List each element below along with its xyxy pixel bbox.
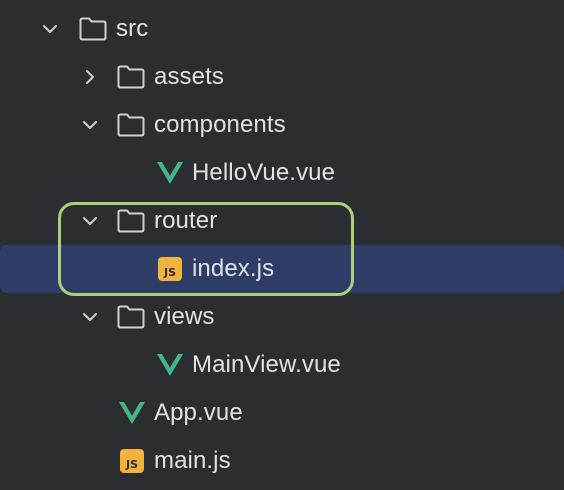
tree-item-components[interactable]: components xyxy=(0,101,564,149)
tree-item-src[interactable]: src xyxy=(0,5,564,53)
folder-icon xyxy=(116,110,146,140)
tree-item-assets[interactable]: assets xyxy=(0,53,564,101)
tree-item-views[interactable]: views xyxy=(0,293,564,341)
chevron-down-icon[interactable] xyxy=(40,19,60,39)
folder-icon xyxy=(116,302,146,332)
tree-item-label: MainView.vue xyxy=(192,351,341,378)
tree-item-label: HelloVue.vue xyxy=(192,159,336,186)
folder-icon xyxy=(78,14,108,44)
tree-item-label: App.vue xyxy=(154,399,243,426)
js-file-icon: JS xyxy=(117,446,147,476)
project-file-tree: src assets components HelloVue.vue route… xyxy=(0,0,564,490)
tree-item-router[interactable]: router xyxy=(0,197,564,245)
tree-item-mainview[interactable]: MainView.vue xyxy=(0,341,564,389)
folder-icon xyxy=(116,206,146,236)
tree-item-label: main.js xyxy=(154,447,231,474)
chevron-down-icon[interactable] xyxy=(80,115,100,135)
tree-item-hellovue[interactable]: HelloVue.vue xyxy=(0,149,564,197)
folder-icon xyxy=(116,62,146,92)
chevron-right-icon[interactable] xyxy=(80,67,100,87)
chevron-down-icon[interactable] xyxy=(80,211,100,231)
chevron-down-icon[interactable] xyxy=(80,307,100,327)
tree-item-label: index.js xyxy=(192,255,275,282)
vue-icon xyxy=(117,398,147,428)
js-file-icon: JS xyxy=(155,254,185,284)
js-badge: JS xyxy=(158,257,182,281)
vue-icon xyxy=(155,158,185,188)
tree-item-app-vue[interactable]: App.vue xyxy=(0,389,564,437)
js-badge: JS xyxy=(120,449,144,473)
tree-item-main-js[interactable]: JS main.js xyxy=(0,437,564,485)
tree-item-label: views xyxy=(154,303,215,330)
tree-item-label: components xyxy=(154,111,286,138)
tree-item-label: router xyxy=(154,207,218,234)
tree-item-label: assets xyxy=(154,63,224,90)
tree-item-index-js[interactable]: JS index.js xyxy=(0,245,564,293)
tree-item-label: src xyxy=(116,15,149,42)
vue-icon xyxy=(155,350,185,380)
